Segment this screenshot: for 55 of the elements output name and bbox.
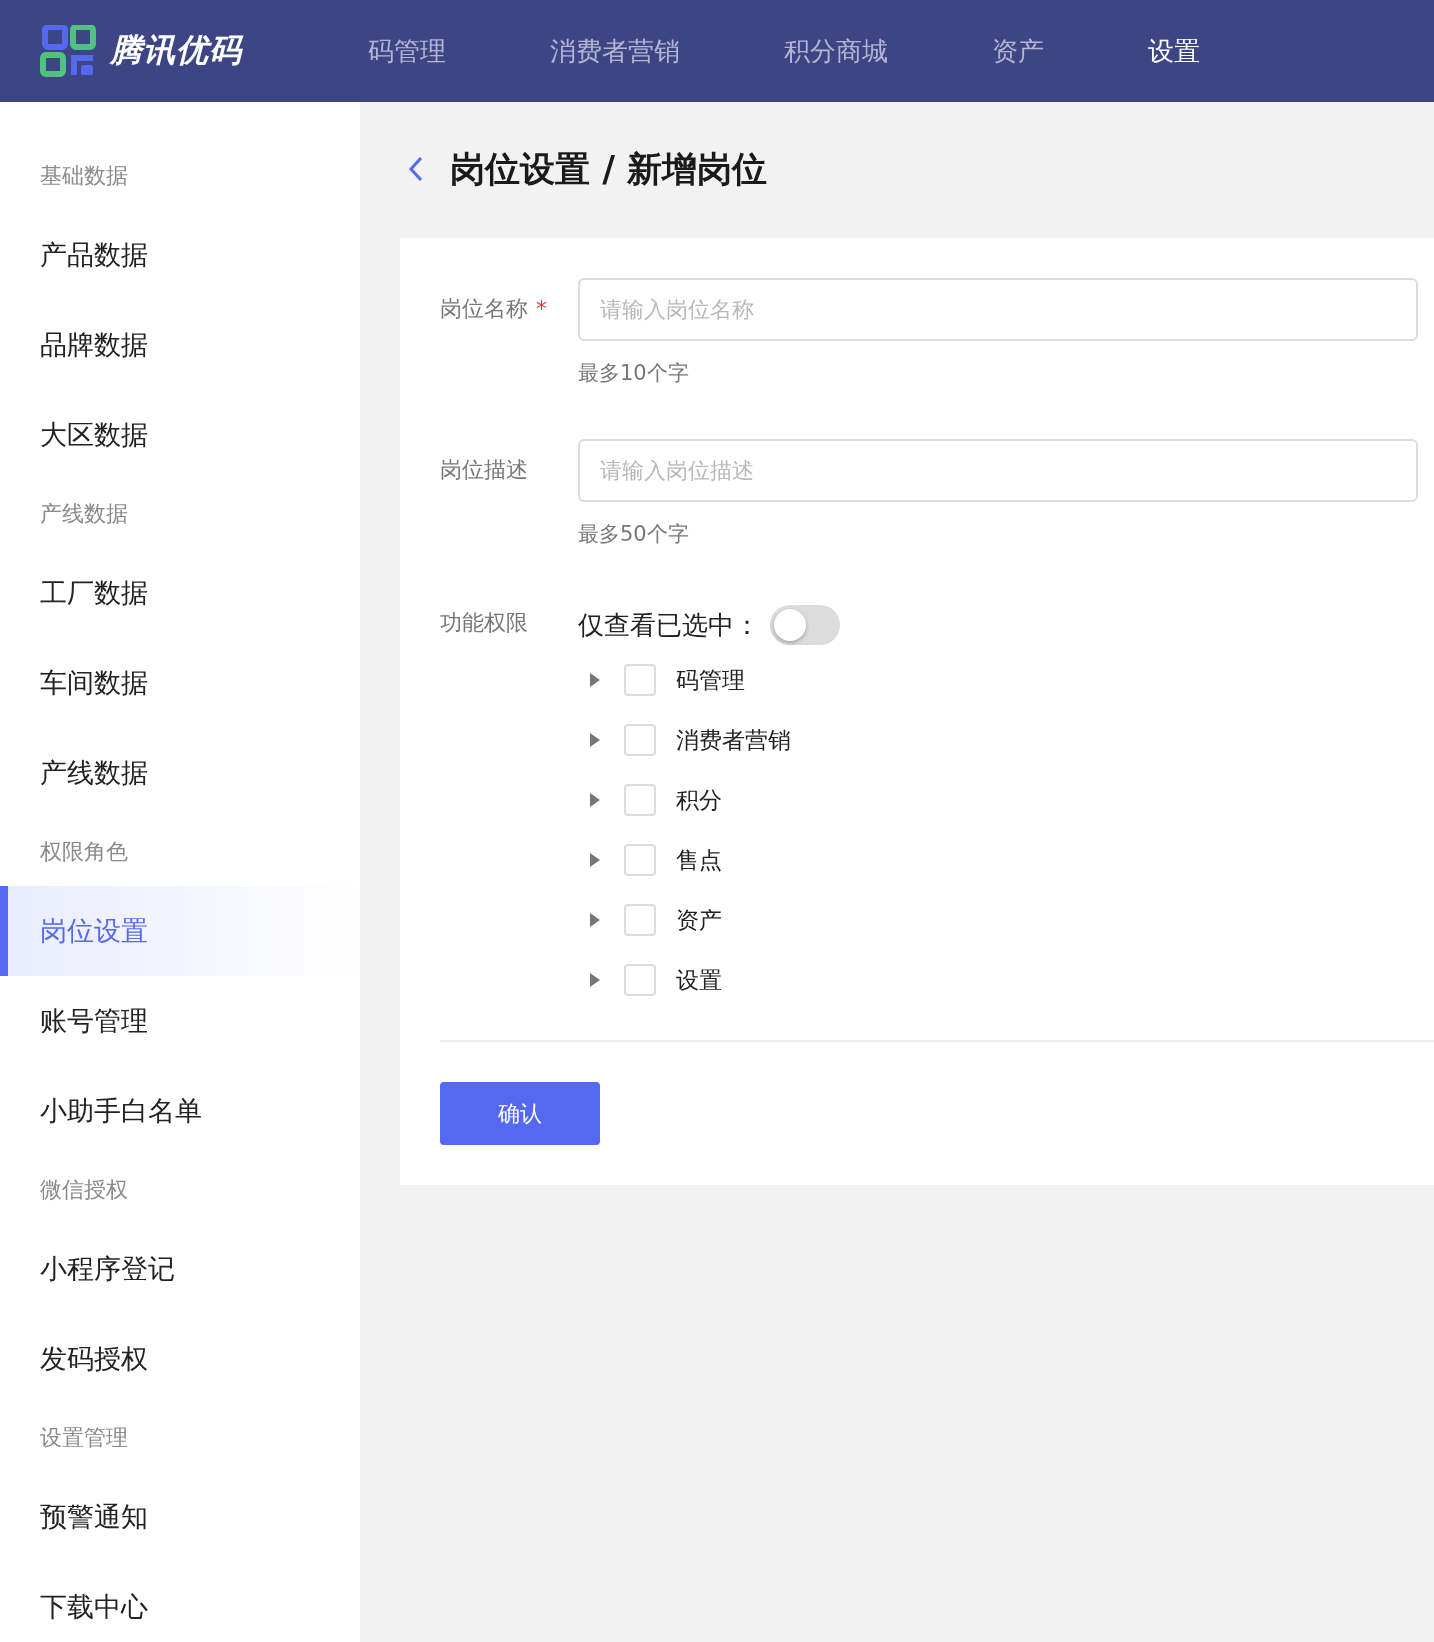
field-label: 岗位描述	[440, 457, 528, 482]
page-title: 岗位设置 / 新增岗位	[450, 147, 768, 191]
nav-tab[interactable]: 设置	[1148, 33, 1200, 69]
sidebar-group-title: 基础数据	[39, 162, 129, 190]
confirm-button[interactable]: 确认	[440, 1082, 600, 1145]
text-input[interactable]: 请输入岗位名称	[578, 278, 1418, 341]
sidebar-group-title: 产线数据	[39, 500, 129, 528]
nav-tab[interactable]: 资产	[992, 33, 1044, 69]
field-label: 功能权限	[440, 609, 529, 637]
field-label: 岗位名称	[440, 296, 528, 321]
field-hint: 最多10个字	[578, 360, 689, 387]
sidebar-group-title: 权限角色	[39, 838, 129, 866]
permission-label: 积分	[676, 785, 722, 815]
sidebar-item[interactable]: 产线数据	[0, 728, 360, 818]
permission-label: 售点	[676, 845, 722, 875]
toggle-switch[interactable]	[770, 605, 840, 645]
text-input[interactable]: 请输入岗位描述	[578, 439, 1418, 502]
checkbox[interactable]	[624, 784, 656, 816]
sidebar-item[interactable]: 大区数据	[0, 390, 360, 480]
sidebar-item[interactable]: 产品数据	[0, 210, 360, 300]
expand-caret-icon[interactable]	[588, 792, 602, 808]
checkbox[interactable]	[624, 724, 656, 756]
brand-name: 腾讯优码	[110, 30, 242, 71]
checkbox[interactable]	[624, 904, 656, 936]
field-hint: 最多50个字	[578, 521, 689, 548]
permission-label: 设置	[676, 965, 722, 995]
sidebar-group-title: 设置管理	[39, 1424, 129, 1452]
sidebar-group-title: 微信授权	[39, 1176, 129, 1204]
sidebar-item[interactable]: 发码授权	[0, 1314, 360, 1404]
sidebar-item[interactable]: 预警通知	[0, 1472, 360, 1562]
checkbox[interactable]	[624, 664, 656, 696]
nav-tab[interactable]: 消费者营销	[550, 33, 680, 69]
sidebar-item[interactable]: 小助手白名单	[0, 1066, 360, 1156]
checkbox[interactable]	[624, 844, 656, 876]
expand-caret-icon[interactable]	[588, 672, 602, 688]
sidebar-item[interactable]: 品牌数据	[0, 300, 360, 390]
sidebar-item[interactable]: 车间数据	[0, 638, 360, 728]
permission-label: 消费者营销	[676, 725, 791, 755]
sidebar-item[interactable]: 账号管理	[0, 976, 360, 1066]
expand-caret-icon[interactable]	[588, 972, 602, 988]
sidebar-item[interactable]: 小程序登记	[0, 1224, 360, 1314]
filter-label: 仅查看已选中：	[578, 608, 760, 642]
permission-label: 资产	[676, 905, 722, 935]
nav-tab[interactable]: 积分商城	[784, 33, 888, 69]
logo-icon	[40, 25, 96, 77]
expand-caret-icon[interactable]	[588, 732, 602, 748]
permission-label: 码管理	[676, 665, 745, 695]
checkbox[interactable]	[624, 964, 656, 996]
sidebar-item[interactable]: 下载中心	[0, 1562, 360, 1642]
required-mark: *	[536, 296, 547, 321]
nav-tab[interactable]: 码管理	[368, 33, 446, 69]
expand-caret-icon[interactable]	[588, 852, 602, 868]
sidebar-item[interactable]: 工厂数据	[0, 548, 360, 638]
expand-caret-icon[interactable]	[588, 912, 602, 928]
back-button[interactable]	[408, 155, 424, 183]
